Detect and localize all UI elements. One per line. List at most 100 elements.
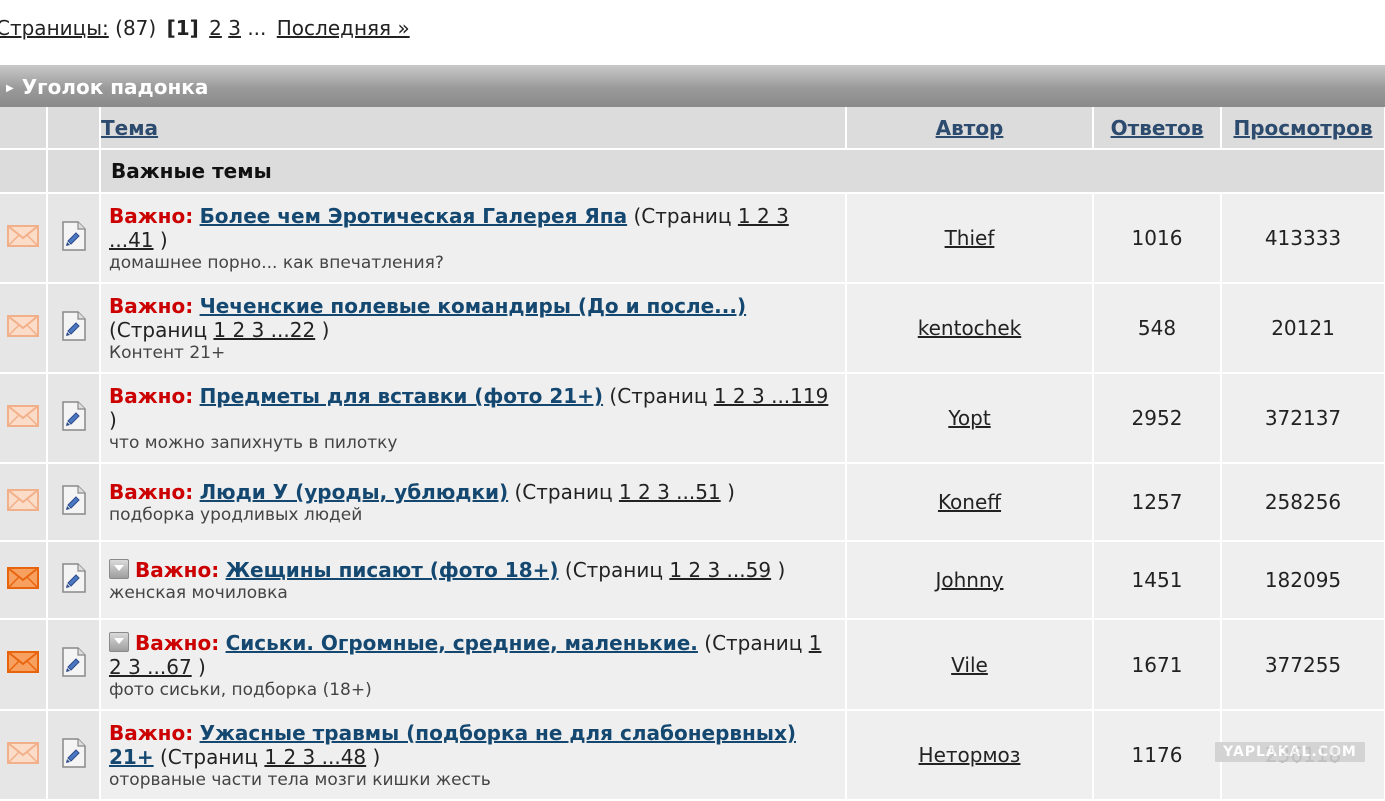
author-link[interactable]: kentochek [918,316,1022,340]
topic-title-link[interactable]: Более чем Эротическая Галерея Япа [200,204,628,228]
replies-cell: 1451 [1093,541,1222,620]
dropdown-icon[interactable] [109,631,129,652]
author-cell: Koneff [846,463,1094,542]
important-label: Важно: [109,204,194,228]
sort-views-link[interactable]: Просмотров [1233,116,1372,140]
topic-title-link[interactable]: Люди У (уроды, ублюдки) [200,480,509,504]
replies-count: 1451 [1131,568,1183,592]
author-cell: Vile [846,619,1094,711]
header-topic: Тема [100,107,847,150]
triangle-right-icon: ▶ [6,82,14,94]
sort-topic-link[interactable]: Тема [101,116,158,140]
header-views: Просмотров [1221,107,1385,150]
pager-ellipsis: ... [247,16,267,40]
replies-count: 1176 [1131,743,1183,767]
topic-pages-links[interactable]: 1 2 3 ...51 [619,480,721,504]
pages-close-paren: ) [777,558,786,582]
topic-cell: Важно: Жещины писают (фото 18+) (Страниц… [100,541,847,620]
pages-word: (Страниц [704,630,803,655]
topic-cell: Важно: Чеченские полевые командиры (До и… [100,283,847,374]
topic-pages-links[interactable]: 1 2 3 ...59 [669,558,771,582]
table-header-row: Тема Автор Ответов Просмотров [0,107,1385,150]
important-label: Важно: [109,721,194,745]
table-row: Важно: Люди У (уроды, ублюдки) (Страниц … [0,463,1385,542]
replies-cell: 1176 [1093,710,1222,801]
author-cell: Johnny [846,541,1094,620]
topic-description: оторваные части тела мозги кишки жесть [109,770,491,790]
document-icon [61,310,86,341]
table-row: Важно: Предметы для вставки (фото 21+) (… [0,373,1385,464]
topic-title-link[interactable]: Чеченские полевые командиры (До и после.… [200,294,747,318]
status-cell [0,541,48,620]
topic-description: домашнее порно... как впечатления? [109,253,444,273]
important-label: Важно: [135,558,220,582]
pagination: Страницы: (87) [1] 2 3 ... Последняя » [0,14,410,42]
envelope-icon [7,224,39,247]
forum-header: ▶ Уголок падонка [0,65,1385,107]
author-link[interactable]: Yopt [948,406,990,430]
author-link[interactable]: Нетормоз [919,743,1021,767]
status-cell [0,193,48,284]
header-replies: Ответов [1093,107,1222,150]
type-cell [47,710,101,801]
replies-count: 2952 [1131,406,1183,430]
table-row: Важно: Чеченские полевые командиры (До и… [0,283,1385,374]
document-icon [61,400,86,431]
views-count: 258256 [1264,490,1342,514]
pages-word: (Страниц [633,204,732,228]
topic-pages-links[interactable]: 1 2 3 ...48 [264,745,366,769]
views-count: 372137 [1264,406,1342,430]
type-cell [47,463,101,542]
envelope-icon [7,314,39,337]
topic-title-link[interactable]: Жещины писают (фото 18+) [226,558,559,582]
pages-word: (Страниц [109,318,208,342]
pages-word: (Страниц [609,384,708,408]
author-link[interactable]: Johnny [936,568,1004,592]
topic-title-link[interactable]: Сиськи. Огромные, средние, маленькие. [226,631,698,655]
sort-replies-link[interactable]: Ответов [1111,116,1204,140]
envelope-icon [7,566,39,589]
important-label: Важно: [109,480,194,504]
author-link[interactable]: Koneff [938,490,1001,514]
envelope-icon [7,651,39,673]
pages-close-paren: ) [372,745,381,769]
type-cell [47,283,101,374]
header-icon-col-2 [47,107,101,150]
sort-author-link[interactable]: Автор [936,116,1004,140]
topic-pages-links[interactable]: 1 2 3 ...119 [714,384,829,408]
envelope-icon [7,488,39,511]
replies-cell: 2952 [1093,373,1222,464]
pages-label-link[interactable]: Страницы: [0,16,109,40]
topic-title-link[interactable]: Предметы для вставки (фото 21+) [200,384,604,408]
replies-cell: 1016 [1093,193,1222,284]
section-spacer-1 [0,149,48,194]
author-cell: Yopt [846,373,1094,464]
views-cell: 372137 [1221,373,1385,464]
pages-close-paren: ) [321,318,330,342]
pages-word: (Страниц [564,558,663,582]
replies-count: 1016 [1131,226,1183,250]
page-3-link[interactable]: 3 [228,16,241,40]
topic-description: фото сиськи, подборка (18+) [109,679,372,700]
document-icon [61,220,86,251]
page-2-link[interactable]: 2 [209,16,222,40]
topic-pages-links[interactable]: 1 2 3 ...22 [213,318,315,342]
important-label: Важно: [109,384,194,408]
author-link[interactable]: Vile [951,653,988,677]
topic-description: что можно запихнуть в пилотку [109,433,398,453]
document-icon [61,647,86,677]
last-page-link[interactable]: Последняя » [277,16,410,40]
author-link[interactable]: Thief [945,226,995,250]
dropdown-icon[interactable] [109,559,129,579]
author-cell: Нетормоз [846,710,1094,801]
replies-count: 548 [1137,316,1177,340]
views-count: 413333 [1264,226,1342,250]
topic-cell: Важно: Более чем Эротическая Галерея Япа… [100,193,847,284]
page-count: (87) [115,16,157,40]
replies-count: 1671 [1131,652,1183,677]
topics-table: Тема Автор Ответов Просмотров Важные тем… [0,107,1385,801]
table-row: Важно: Сиськи. Огромные, средние, малень… [0,619,1385,711]
topic-cell: Важно: Предметы для вставки (фото 21+) (… [100,373,847,464]
important-label: Важно: [135,630,220,655]
topic-description: подборка уродливых людей [109,505,363,525]
